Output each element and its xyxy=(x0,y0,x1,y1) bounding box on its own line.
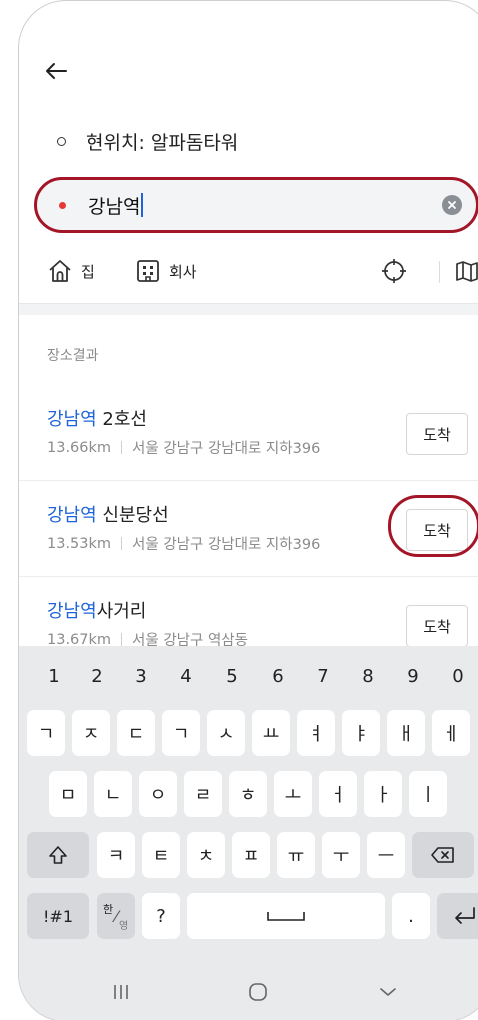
shift-icon xyxy=(49,846,67,864)
key-jamo[interactable]: ㄱ xyxy=(27,710,65,756)
key-jamo[interactable]: ㅐ xyxy=(387,710,425,756)
arrive-button[interactable]: 도착 xyxy=(406,413,468,455)
backspace-key[interactable] xyxy=(412,832,474,878)
key-jamo[interactable]: ㅊ xyxy=(187,832,225,878)
result-title: 강남역 신분당선 xyxy=(47,505,169,526)
key-jamo[interactable]: ㅠ xyxy=(277,832,315,878)
key-6[interactable]: 6 xyxy=(259,656,297,696)
key-2[interactable]: 2 xyxy=(78,656,116,696)
key-jamo[interactable]: ㅌ xyxy=(142,832,180,878)
keyboard: 1 2 3 4 5 6 7 8 9 0 ㄱ ㅈ ㄷ ㄱ ㅅ ㅛ ㅕ ㅑ ㅐ ㅔ … xyxy=(19,646,478,961)
backspace-icon xyxy=(431,847,454,863)
key-5[interactable]: 5 xyxy=(213,656,251,696)
key-jamo[interactable]: ㅍ xyxy=(232,832,270,878)
system-navigation-bar xyxy=(19,961,478,1020)
result-title: 강남역 2호선 xyxy=(47,409,147,430)
section-separator xyxy=(19,303,478,315)
office-label: 회사 xyxy=(169,262,197,281)
key-8[interactable]: 8 xyxy=(349,656,387,696)
phone-frame: 현위치: 알파돔타워 강남역 집 회사 장소결과 강남역 2호선 13.66km… xyxy=(18,0,478,1020)
key-jamo[interactable]: ㅋ xyxy=(97,832,135,878)
key-jamo[interactable]: ㅛ xyxy=(252,710,290,756)
home-label: 집 xyxy=(81,262,95,281)
key-jamo[interactable]: ㅎ xyxy=(229,771,267,817)
key-1[interactable]: 1 xyxy=(35,656,73,696)
symbols-key[interactable]: !#1 xyxy=(27,893,89,939)
space-icon xyxy=(267,912,305,921)
crosshair-icon xyxy=(382,259,406,283)
key-jamo[interactable]: ㄷ xyxy=(117,710,155,756)
key-jamo[interactable]: ㅗ xyxy=(274,771,312,817)
enter-icon xyxy=(454,907,475,924)
key-jamo[interactable]: ㄴ xyxy=(94,771,132,817)
result-item[interactable]: 강남역 2호선 13.66km 서울 강남구 강남대로 지하396 도착 xyxy=(19,385,478,481)
destination-dot-icon xyxy=(59,201,66,209)
result-subtitle: 13.53km 서울 강남구 강남대로 지하396 xyxy=(47,535,321,554)
period-key[interactable]: . xyxy=(392,893,430,939)
key-3[interactable]: 3 xyxy=(122,656,160,696)
language-switch-key[interactable]: 한 ⁄ 영 xyxy=(97,893,135,939)
key-jamo[interactable]: ㅇ xyxy=(139,771,177,817)
office-shortcut[interactable]: 회사 xyxy=(135,253,197,289)
recent-apps-icon[interactable] xyxy=(111,983,131,1001)
key-0[interactable]: 0 xyxy=(439,656,477,696)
home-shortcut[interactable]: 집 xyxy=(47,253,95,289)
back-arrow-icon[interactable] xyxy=(41,56,71,86)
result-title: 강남역사거리 xyxy=(47,601,147,622)
key-9[interactable]: 9 xyxy=(394,656,432,696)
current-location-button[interactable] xyxy=(381,253,415,289)
question-key[interactable]: ? xyxy=(142,893,180,939)
key-jamo[interactable]: ㅔ xyxy=(432,710,470,756)
search-input[interactable]: 강남역 xyxy=(88,192,144,219)
home-icon xyxy=(49,260,71,282)
key-jamo[interactable]: ㅡ xyxy=(367,832,405,878)
home-nav-icon[interactable] xyxy=(247,983,269,1001)
result-subtitle: 13.66km 서울 강남구 강남대로 지하396 xyxy=(47,439,321,458)
origin-dot-icon xyxy=(57,136,66,146)
key-jamo[interactable]: ㅣ xyxy=(409,771,447,817)
annotation-highlight-ring xyxy=(388,495,478,557)
key-jamo[interactable]: ㅏ xyxy=(364,771,402,817)
key-jamo[interactable]: ㅕ xyxy=(297,710,335,756)
destination-search-box[interactable]: 강남역 xyxy=(34,177,478,233)
key-jamo[interactable]: ㅓ xyxy=(319,771,357,817)
space-key[interactable] xyxy=(187,893,385,939)
key-4[interactable]: 4 xyxy=(167,656,205,696)
key-jamo[interactable]: ㄱ xyxy=(162,710,200,756)
enter-key[interactable] xyxy=(437,893,478,939)
key-jamo[interactable]: ㅑ xyxy=(342,710,380,756)
origin-row[interactable]: 현위치: 알파돔타워 xyxy=(57,123,238,159)
map-icon xyxy=(456,261,478,282)
key-jamo[interactable]: ㅜ xyxy=(322,832,360,878)
shortcut-bar: 집 회사 xyxy=(47,253,478,289)
key-7[interactable]: 7 xyxy=(304,656,342,696)
origin-label: 현위치: 알파돔타워 xyxy=(86,131,239,154)
section-label: 장소결과 xyxy=(47,348,99,364)
shift-key[interactable] xyxy=(27,832,89,878)
key-jamo[interactable]: ㅈ xyxy=(72,710,110,756)
key-jamo[interactable]: ㄹ xyxy=(184,771,222,817)
map-button[interactable] xyxy=(455,253,478,289)
back-nav-chevron-icon[interactable] xyxy=(377,983,399,1001)
key-jamo[interactable]: ㅅ xyxy=(207,710,245,756)
clear-icon[interactable] xyxy=(442,195,462,215)
shortcut-divider xyxy=(439,261,440,283)
key-jamo[interactable]: ㅁ xyxy=(49,771,87,817)
arrive-button[interactable]: 도착 xyxy=(406,605,468,647)
office-building-icon xyxy=(137,260,159,282)
text-caret xyxy=(141,193,144,217)
